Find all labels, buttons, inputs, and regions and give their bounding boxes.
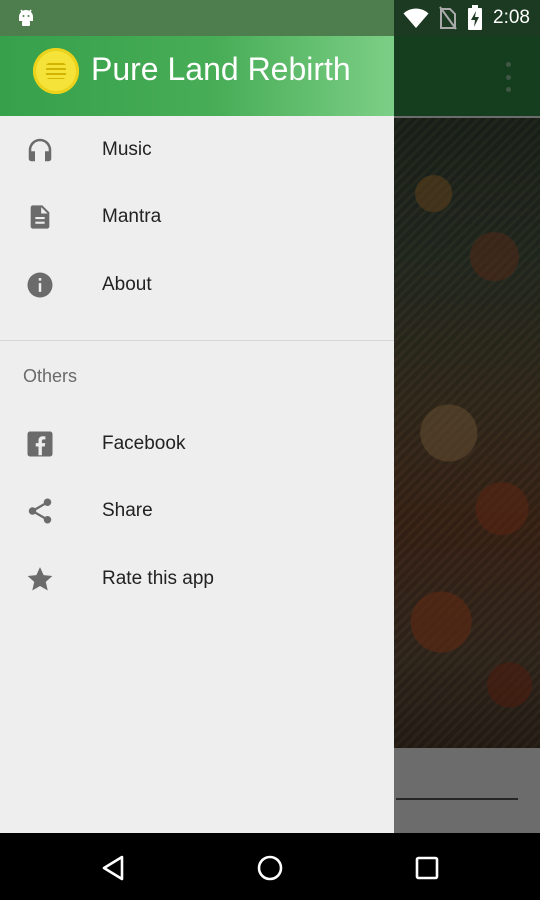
battery-charging-icon: [468, 5, 483, 30]
menu-item-share[interactable]: Share: [0, 478, 394, 546]
primary-menu: Music Mantra About: [0, 116, 394, 319]
info-icon: [24, 269, 56, 301]
back-icon[interactable]: [96, 851, 130, 885]
menu-item-about[interactable]: About: [0, 251, 394, 319]
home-icon[interactable]: [253, 851, 287, 885]
navigation-bar: [0, 833, 540, 900]
share-icon: [24, 495, 56, 527]
menu-item-label: Music: [102, 138, 152, 160]
menu-item-rate-this-app[interactable]: Rate this app: [0, 545, 394, 613]
menu-item-label: Rate this app: [102, 567, 214, 589]
menu-item-label: Share: [102, 500, 153, 522]
section-header-others: Others: [23, 366, 78, 386]
android-debug-icon: [19, 9, 33, 26]
menu-item-facebook[interactable]: Facebook: [0, 410, 394, 478]
drawer-header: Pure Land Rebirth: [0, 36, 394, 116]
menu-item-label: About: [102, 273, 152, 295]
status-bar: 2:08: [0, 0, 540, 36]
status-time: 2:08: [493, 7, 530, 28]
navigation-drawer: Pure Land Rebirth Music Mantra About Oth…: [0, 36, 394, 833]
document-icon: [24, 201, 56, 233]
star-icon: [24, 563, 56, 595]
no-sim-icon: [439, 6, 457, 30]
menu-divider: [0, 340, 394, 341]
app-logo-icon: [33, 48, 79, 94]
recents-icon[interactable]: [410, 851, 444, 885]
app-title: Pure Land Rebirth: [91, 51, 351, 87]
secondary-menu: Facebook Share Rate this app: [0, 410, 394, 613]
menu-item-music[interactable]: Music: [0, 116, 394, 184]
menu-item-label: Mantra: [102, 206, 162, 228]
menu-item-mantra[interactable]: Mantra: [0, 184, 394, 252]
menu-item-label: Facebook: [102, 432, 186, 454]
facebook-icon: [24, 428, 56, 460]
wifi-icon: [403, 8, 429, 28]
headphones-icon: [24, 134, 56, 166]
